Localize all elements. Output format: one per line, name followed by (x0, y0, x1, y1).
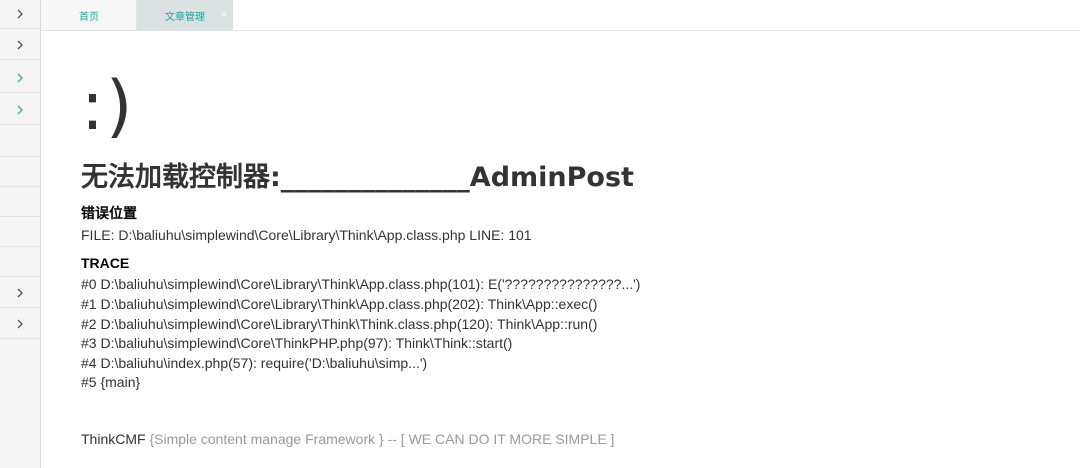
trace-line: #5 {main} (81, 374, 141, 390)
chevron-right-icon (16, 288, 24, 298)
error-headline: 无法加载控制器:______________AdminPost (81, 162, 634, 193)
sidebar-item[interactable] (0, 0, 40, 29)
trace-line: #3 D:\baliuhu\simplewind\Core\ThinkPHP.p… (81, 335, 513, 351)
footer: ThinkCMF {Simple content manage Framewor… (81, 430, 614, 448)
close-icon[interactable]: × (220, 9, 228, 21)
sidebar-item[interactable] (0, 248, 40, 277)
sidebar (0, 0, 41, 468)
tab-bar: 首页 文章管理 × (41, 0, 1080, 31)
tab-article-label: 文章管理 (165, 11, 205, 23)
sidebar-item[interactable] (0, 218, 40, 247)
chevron-right-icon (16, 9, 24, 19)
tab-article-management[interactable]: 文章管理 × (137, 0, 233, 30)
chevron-right-icon (16, 73, 24, 83)
trace-line: #0 D:\baliuhu\simplewind\Core\Library\Th… (81, 276, 641, 292)
tab-home-label: 首页 (79, 11, 99, 23)
footer-slogan: {Simple content manage Framework } -- [ … (149, 431, 615, 447)
trace-line: #2 D:\baliuhu\simplewind\Core\Library\Th… (81, 316, 598, 332)
error-file-line: FILE: D:\baliuhu\simplewind\Core\Library… (81, 227, 532, 243)
chevron-right-icon (16, 319, 24, 329)
sidebar-item-active[interactable] (0, 64, 40, 93)
error-location-title: 错误位置 (81, 205, 137, 221)
sidebar-item[interactable] (0, 310, 40, 339)
sidebar-item-active[interactable] (0, 96, 40, 125)
tab-home[interactable]: 首页 (41, 0, 137, 30)
trace-line: #4 D:\baliuhu\index.php(57): require('D:… (81, 355, 428, 371)
sidebar-item[interactable] (0, 128, 40, 157)
sidebar-item[interactable] (0, 279, 40, 308)
trace-line: #1 D:\baliuhu\simplewind\Core\Library\Th… (81, 296, 598, 312)
chevron-right-icon (16, 40, 24, 50)
smiley-face: :) (81, 67, 135, 146)
sidebar-item[interactable] (0, 158, 40, 187)
sidebar-item[interactable] (0, 31, 40, 60)
chevron-right-icon (16, 105, 24, 115)
footer-brand: ThinkCMF (81, 431, 146, 447)
trace-title: TRACE (81, 255, 130, 271)
sidebar-item[interactable] (0, 188, 40, 217)
